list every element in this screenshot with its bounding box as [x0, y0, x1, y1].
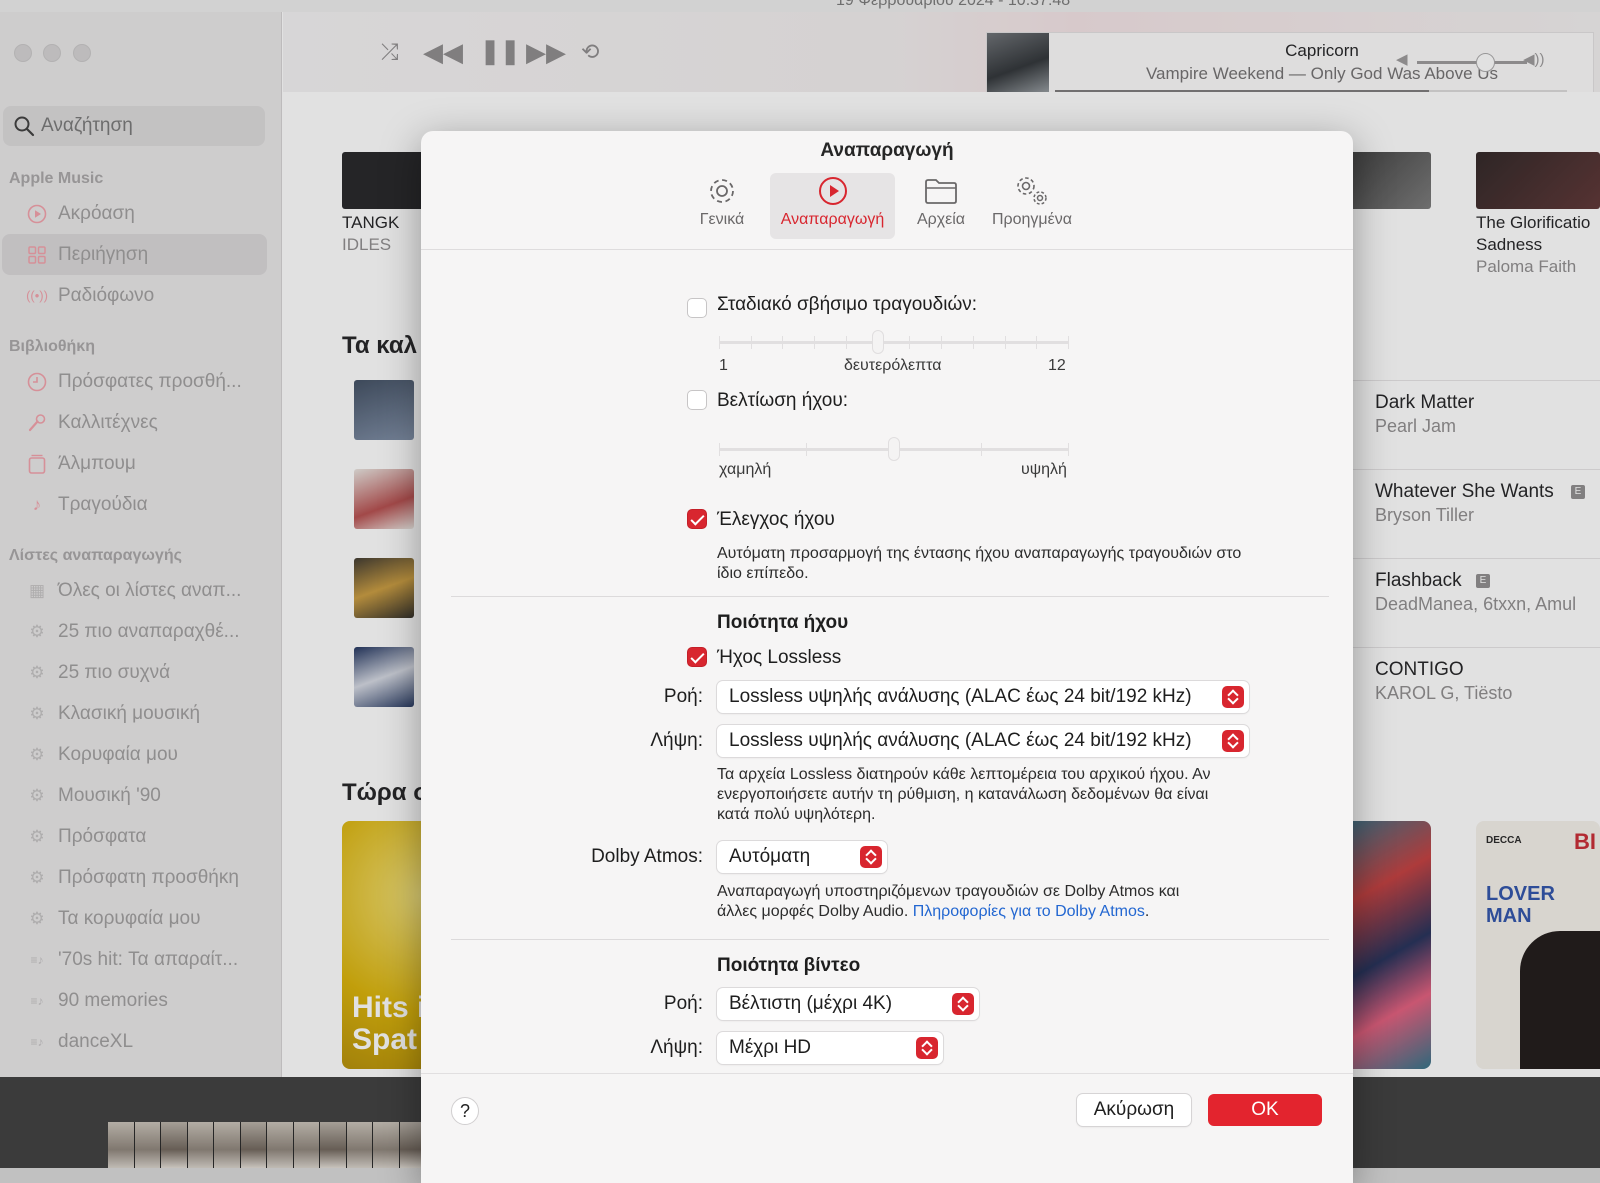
tab-label: Αρχεία — [916, 211, 966, 228]
play-circle-icon — [817, 173, 849, 209]
video-streaming-label: Ροή: — [663, 993, 703, 1014]
lossless-checkbox[interactable] — [687, 647, 707, 667]
video-download-select[interactable]: Μέχρι HD — [717, 1032, 943, 1064]
sound-enhancer-label: Βελτίωση ήχου: — [717, 390, 849, 411]
lossless-note-line: κατά πολύ υψηλότερη. — [717, 806, 876, 823]
slider-tick — [1068, 336, 1069, 349]
audio-streaming-label: Ροή: — [663, 686, 703, 707]
dolby-atmos-note-line2: άλλες μορφές Dolby Audio. Πληροφορίες γι… — [717, 902, 1317, 922]
ok-button[interactable]: OK — [1208, 1094, 1322, 1126]
dolby-atmos-value: Αυτόματη — [729, 846, 811, 867]
help-button[interactable]: ? — [451, 1097, 479, 1125]
video-quality-heading: Ποιότητα βίντεο — [717, 955, 861, 976]
chevron-up-down-icon — [860, 846, 882, 868]
playback-settings-dialog: Αναπαραγωγή Γενικά Αναπαραγωγή Αρχεία Πρ… — [421, 131, 1353, 1183]
section-divider — [451, 596, 1329, 597]
gear-icon — [706, 173, 738, 209]
chevron-up-down-icon — [1222, 686, 1244, 708]
sound-check-label: Έλεγχος ήχου — [717, 509, 835, 530]
slider-tick — [941, 336, 942, 349]
sound-enhancer-checkbox[interactable] — [687, 390, 707, 410]
chevron-up-down-icon — [1222, 730, 1244, 752]
crossfade-checkbox[interactable] — [687, 298, 707, 318]
video-download-label: Λήψη: — [650, 1037, 703, 1058]
tab-general[interactable]: Γενικά — [689, 173, 755, 239]
audio-download-label: Λήψη: — [650, 730, 703, 751]
slider-tick — [1005, 336, 1006, 349]
dolby-atmos-note-text: άλλες μορφές Dolby Audio. — [717, 903, 909, 920]
slider-tick — [981, 443, 982, 456]
slider-tick — [782, 336, 783, 349]
slider-tick — [751, 336, 752, 349]
audio-streaming-select[interactable]: Lossless υψηλής ανάλυσης (ALAC έως 24 bi… — [717, 681, 1249, 713]
video-download-value: Μέχρι HD — [729, 1037, 812, 1058]
dolby-atmos-select[interactable]: Αυτόματη — [717, 841, 887, 873]
tab-advanced[interactable]: Προηγμένα — [984, 173, 1080, 239]
sound-enhancer-slider[interactable] — [719, 437, 1069, 461]
sound-enhancer-high-label: υψηλή — [1021, 461, 1067, 478]
period: . — [1144, 903, 1150, 920]
cancel-button[interactable]: Ακύρωση — [1077, 1094, 1191, 1126]
tab-label: Αναπαραγωγή — [780, 211, 885, 228]
audio-download-value: Lossless υψηλής ανάλυσης (ALAC έως 24 bi… — [729, 730, 1192, 751]
slider-tick — [1068, 443, 1069, 456]
audio-download-select[interactable]: Lossless υψηλής ανάλυσης (ALAC έως 24 bi… — [717, 725, 1249, 757]
audio-quality-heading: Ποιότητα ήχου — [717, 612, 849, 633]
slider-tick — [1036, 336, 1037, 349]
dolby-atmos-label: Dolby Atmos: — [591, 846, 703, 867]
section-divider — [451, 939, 1329, 940]
sound-enhancer-slider-knob[interactable] — [888, 437, 900, 461]
audio-streaming-value: Lossless υψηλής ανάλυσης (ALAC έως 24 bi… — [729, 686, 1192, 707]
tab-files[interactable]: Αρχεία — [908, 173, 974, 239]
sound-enhancer-low-label: χαμηλή — [719, 461, 772, 478]
crossfade-max-label: 12 — [1048, 357, 1066, 374]
tab-divider — [421, 249, 1353, 250]
lossless-note: Τα αρχεία Lossless διατηρούν κάθε λεπτομ… — [717, 765, 1317, 825]
sound-check-description-line: Αυτόματη προσαρμογή της έντασης ήχου ανα… — [717, 545, 1242, 562]
tab-label: Προηγμένα — [991, 211, 1073, 228]
tab-playback[interactable]: Αναπαραγωγή — [770, 173, 895, 239]
lossless-note-line: Τα αρχεία Lossless διατηρούν κάθε λεπτομ… — [717, 766, 1211, 783]
dolby-atmos-note: Αναπαραγωγή υποστηριζόμενων τραγουδιών σ… — [717, 882, 1317, 922]
slider-tick — [846, 336, 847, 349]
sound-check-checkbox[interactable] — [687, 509, 707, 529]
sound-check-description: Αυτόματη προσαρμογή της έντασης ήχου ανα… — [717, 544, 1317, 584]
crossfade-label: Σταδιακό σβήσιμο τραγουδιών: — [717, 294, 978, 315]
crossfade-slider-knob[interactable] — [872, 330, 884, 354]
chevron-up-down-icon — [952, 993, 974, 1015]
tab-label: Γενικά — [699, 211, 745, 228]
crossfade-min-label: 1 — [719, 357, 728, 374]
slider-tick — [806, 443, 807, 456]
footer-divider — [421, 1073, 1353, 1074]
chevron-up-down-icon — [916, 1037, 938, 1059]
slider-tick — [909, 336, 910, 349]
dialog-title: Αναπαραγωγή — [820, 140, 954, 161]
slider-tick — [719, 443, 720, 456]
slider-tick — [719, 336, 720, 349]
lossless-label: Ήχος Lossless — [717, 647, 842, 668]
dolby-atmos-info-link[interactable]: Πληροφορίες για το Dolby Atmos — [913, 903, 1145, 920]
video-streaming-value: Βέλτιστη (μέχρι 4K) — [729, 993, 893, 1014]
crossfade-unit-label: δευτερόλεπτα — [844, 357, 942, 374]
gears-icon — [1012, 173, 1052, 209]
crossfade-slider[interactable] — [719, 330, 1069, 354]
slider-tick — [973, 336, 974, 349]
lossless-note-line: ενεργοποιήσετε αυτήν τη ρύθμιση, η καταν… — [717, 786, 1209, 803]
slider-tick — [814, 336, 815, 349]
video-streaming-select[interactable]: Βέλτιστη (μέχρι 4K) — [717, 988, 979, 1020]
folder-icon — [924, 173, 958, 209]
dolby-atmos-note-line: Αναπαραγωγή υποστηριζόμενων τραγουδιών σ… — [717, 883, 1180, 900]
sound-check-description-line: ίδιο επίπεδο. — [717, 565, 809, 582]
